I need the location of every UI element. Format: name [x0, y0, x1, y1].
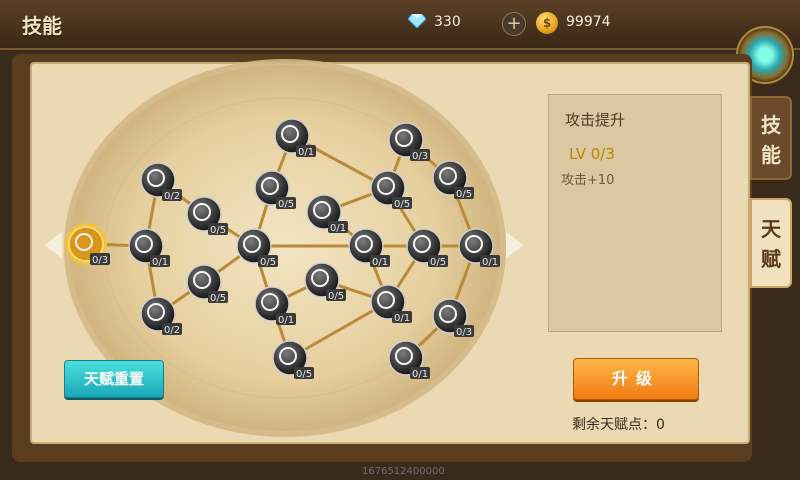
reset-talents-button[interactable]: 天赋重置	[64, 360, 164, 398]
node-level-text: 0/1	[152, 257, 168, 268]
node-level-text: 0/5	[430, 257, 446, 268]
tab-skills[interactable]: 技 能	[750, 96, 792, 180]
node-level-text: 0/1	[394, 313, 410, 324]
node-level-text: 0/3	[412, 151, 428, 162]
node-level-text: 0/2	[164, 191, 180, 202]
gold-count: 99974	[566, 14, 611, 30]
upgrade-button[interactable]: 升级	[573, 358, 699, 400]
tab-talents[interactable]: 天 赋	[750, 198, 792, 288]
remaining-points: 剩余天赋点：0	[572, 417, 665, 433]
left-arrow-icon	[44, 232, 62, 258]
node-level-text: 0/1	[278, 315, 294, 326]
node-level-text: 0/1	[298, 147, 314, 158]
node-level-text: 0/1	[372, 257, 388, 268]
node-level-text: 0/1	[482, 257, 498, 268]
node-level-text: 0/5	[260, 257, 276, 268]
talent-info-panel: 攻击提升 LV 0/3 攻击+10	[548, 94, 722, 332]
node-level-text: 0/2	[164, 325, 180, 336]
talent-description: 攻击+10	[561, 173, 615, 188]
tab-talents-label: 天 赋	[761, 217, 781, 271]
node-level-text: 0/5	[328, 291, 344, 302]
node-level-text: 0/1	[330, 223, 346, 234]
node-level-text: 0/5	[456, 189, 472, 200]
talent-level: LV 0/3	[569, 145, 615, 163]
node-level-text: 0/5	[394, 199, 410, 210]
node-level-text: 0/5	[210, 293, 226, 304]
talent-name: 攻击提升	[565, 111, 626, 129]
footer-text: 1676512400000	[362, 466, 445, 477]
node-level-text: 0/1	[412, 369, 428, 380]
right-arrow-icon	[506, 232, 524, 258]
node-level-text: 0/5	[278, 199, 294, 210]
node-level-text: 0/3	[456, 327, 472, 338]
tab-skills-label: 技 能	[761, 113, 781, 167]
node-level-text: 0/5	[296, 369, 312, 380]
node-level-text: 0/5	[210, 225, 226, 236]
node-level-text: 0/3	[92, 255, 108, 266]
